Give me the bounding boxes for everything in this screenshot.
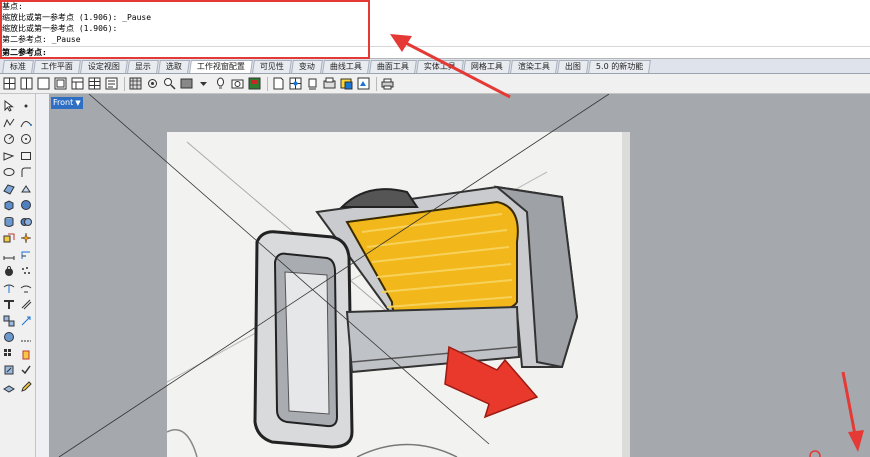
tab-viewport-layout[interactable]: 工作视窗配置 <box>189 60 253 73</box>
circle-icon[interactable] <box>2 132 16 146</box>
render-icon[interactable] <box>247 76 262 91</box>
offset-icon[interactable] <box>19 297 33 311</box>
check-icon[interactable] <box>19 363 33 377</box>
toolbar-separator <box>124 76 125 91</box>
light-bulb-icon[interactable] <box>213 76 228 91</box>
dropdown-arrow-icon[interactable] <box>196 76 211 91</box>
tab-transform[interactable]: 变动 <box>291 60 323 73</box>
tab-display[interactable]: 显示 <box>127 60 159 73</box>
extrude-icon[interactable] <box>19 182 33 196</box>
select-arrow-icon[interactable] <box>2 99 16 113</box>
text-dimension-icon[interactable] <box>19 248 33 262</box>
viewport-title-text: Front <box>53 98 74 107</box>
shade-icon[interactable] <box>2 264 16 278</box>
tab-visibility[interactable]: 可见性 <box>252 60 292 73</box>
detail-view-icon[interactable] <box>339 76 354 91</box>
tab-curve-tools[interactable]: 曲线工具 <box>322 60 370 73</box>
left-tool-palette <box>0 94 36 457</box>
page-layout-icon[interactable] <box>271 76 286 91</box>
tab-surface-tools[interactable]: 曲面工具 <box>369 60 417 73</box>
boolean-icon[interactable] <box>19 215 33 229</box>
explode-icon[interactable] <box>19 231 33 245</box>
tab-select[interactable]: 选取 <box>158 60 190 73</box>
capture-viewport-icon[interactable] <box>230 76 245 91</box>
measure-icon[interactable] <box>19 330 33 344</box>
tab-render-tools[interactable]: 渲染工具 <box>510 60 558 73</box>
polyline-icon[interactable] <box>2 116 16 130</box>
layer-icon[interactable] <box>2 380 16 394</box>
tab-set-view[interactable]: 设定视图 <box>80 60 128 73</box>
viewport-gutter <box>36 94 49 457</box>
ellipse-icon[interactable] <box>2 165 16 179</box>
arc-icon[interactable] <box>2 149 16 163</box>
sphere-solid-icon[interactable] <box>19 198 33 212</box>
front-viewport[interactable]: Front ▼ <box>49 94 870 457</box>
surface-icon[interactable] <box>2 182 16 196</box>
viewport-grid-icon[interactable] <box>87 76 102 91</box>
viewport-settings-icon[interactable] <box>356 76 371 91</box>
print-layout-icon[interactable] <box>322 76 337 91</box>
named-cplanes-icon[interactable] <box>305 76 320 91</box>
reference-sketch-image <box>167 132 630 457</box>
circle-center-icon[interactable] <box>19 132 33 146</box>
printer-icon[interactable] <box>380 76 395 91</box>
array-icon[interactable] <box>2 347 16 361</box>
four-viewports-icon[interactable] <box>53 76 68 91</box>
dimension-icon[interactable] <box>2 248 16 262</box>
trim-icon[interactable] <box>2 281 16 295</box>
annotation-highlight-box <box>0 0 370 59</box>
viewport-properties-icon[interactable] <box>104 76 119 91</box>
rebuild-icon[interactable] <box>2 363 16 377</box>
analyze-icon[interactable] <box>2 330 16 344</box>
split-icon[interactable] <box>19 281 33 295</box>
toolbar-tab-strip: 标准 工作平面 设定视图 显示 选取 工作视窗配置 可见性 变动 曲线工具 曲面… <box>0 59 870 74</box>
three-viewports-icon[interactable] <box>70 76 85 91</box>
named-views-icon[interactable] <box>288 76 303 91</box>
tab-solid-tools[interactable]: 实体工具 <box>416 60 464 73</box>
camera-target-icon[interactable] <box>145 76 160 91</box>
split-horizontal-icon[interactable] <box>2 76 17 91</box>
pencil-icon[interactable] <box>19 380 33 394</box>
split-vertical-icon[interactable] <box>19 76 34 91</box>
box-solid-icon[interactable] <box>2 198 16 212</box>
point-icon[interactable] <box>19 99 33 113</box>
points-cloud-icon[interactable] <box>19 264 33 278</box>
viewport-layout-toolbar <box>0 74 870 94</box>
tab-standard[interactable]: 标准 <box>2 60 34 73</box>
scale-icon[interactable] <box>19 347 33 361</box>
viewport-title-label[interactable]: Front ▼ <box>51 97 83 109</box>
fillet-curve-icon[interactable] <box>19 165 33 179</box>
curve-icon[interactable] <box>19 116 33 130</box>
mesh-icon[interactable] <box>2 231 16 245</box>
tab-drafting[interactable]: 出图 <box>557 60 589 73</box>
viewport-menu-caret-icon[interactable]: ▼ <box>75 97 80 109</box>
move-icon[interactable] <box>19 314 33 328</box>
rectangle-icon[interactable] <box>19 149 33 163</box>
cylinder-solid-icon[interactable] <box>2 215 16 229</box>
toolbar-separator <box>376 76 377 91</box>
single-viewport-icon[interactable] <box>36 76 51 91</box>
text-icon[interactable] <box>2 297 16 311</box>
group-icon[interactable] <box>2 314 16 328</box>
tab-cplanes[interactable]: 工作平面 <box>33 60 81 73</box>
tab-new-in-v5[interactable]: 5.0 的新功能 <box>588 60 652 73</box>
tab-mesh-tools[interactable]: 网格工具 <box>463 60 511 73</box>
grid-icon[interactable] <box>128 76 143 91</box>
shaded-view-icon[interactable] <box>179 76 194 91</box>
toolbar-separator <box>267 76 268 91</box>
zoom-target-icon[interactable] <box>162 76 177 91</box>
